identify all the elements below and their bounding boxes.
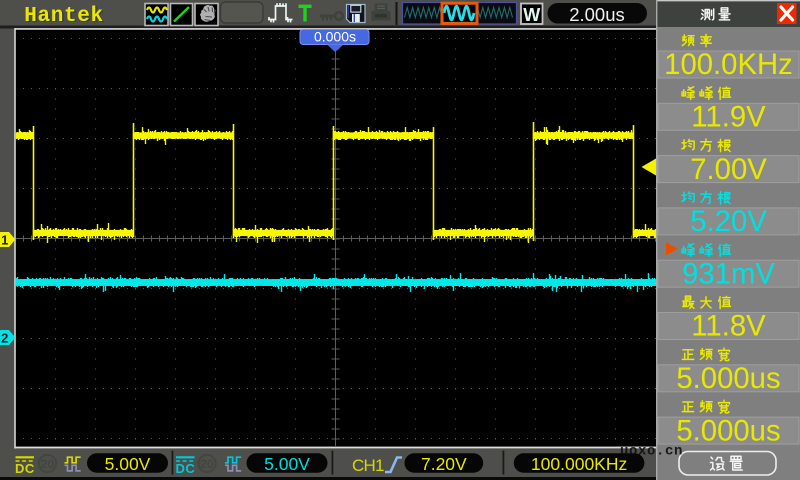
svg-text:5.00V: 5.00V <box>105 454 151 474</box>
svg-text:5.20V: 5.20V <box>690 205 767 238</box>
svg-text:Hantek: Hantek <box>24 5 104 28</box>
svg-text:2.00us: 2.00us <box>569 4 625 25</box>
svg-text:DC: DC <box>176 461 196 476</box>
svg-text:5.000us: 5.000us <box>676 362 780 395</box>
svg-text:0.000s: 0.000s <box>314 29 356 45</box>
svg-text:5.00V: 5.00V <box>264 454 310 474</box>
svg-text:1: 1 <box>1 233 8 248</box>
svg-text:5.000us: 5.000us <box>676 414 780 447</box>
svg-text:DC: DC <box>15 461 35 476</box>
svg-text:2: 2 <box>1 331 8 346</box>
svg-text:CH1: CH1 <box>352 456 384 475</box>
svg-text:11.8V: 11.8V <box>691 310 766 343</box>
svg-text:W: W <box>523 5 540 25</box>
svg-text:20: 20 <box>200 457 214 471</box>
svg-text:uoxo.cn: uoxo.cn <box>620 444 683 460</box>
svg-text:20: 20 <box>41 457 55 471</box>
svg-text:100.000KHz: 100.000KHz <box>531 454 627 474</box>
svg-text:11.9V: 11.9V <box>691 101 766 134</box>
svg-text:7.20V: 7.20V <box>421 454 467 474</box>
svg-text:931mV: 931mV <box>682 257 775 290</box>
svg-text:7.00V: 7.00V <box>690 153 767 186</box>
svg-text:100.0KHz: 100.0KHz <box>664 48 793 81</box>
